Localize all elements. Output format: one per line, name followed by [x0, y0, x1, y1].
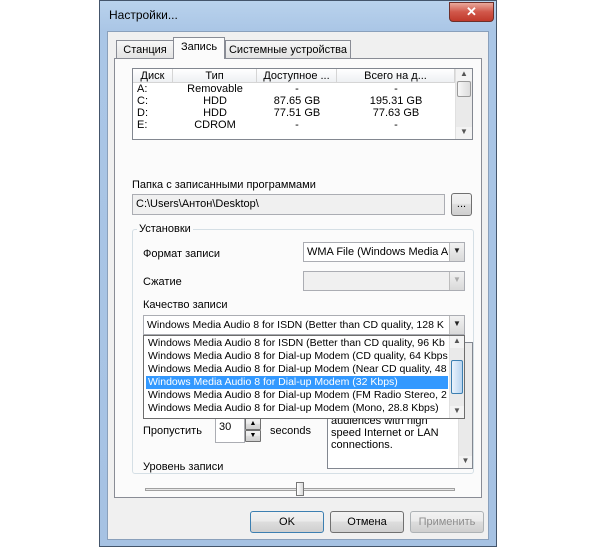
dropdown-option[interactable]: Windows Media Audio 8 for ISDN (Better t…: [146, 337, 448, 350]
table-row[interactable]: D:: [137, 107, 148, 119]
description-line: speed Internet or LAN: [331, 427, 439, 439]
close-icon: ✕: [466, 4, 477, 19]
chevron-down-icon: ▼: [449, 243, 464, 261]
dialog-client-area: Станция Запись Системные устройства Диск…: [107, 31, 489, 540]
cell-free: 87.65 GB: [273, 95, 321, 107]
cell-free: 77.51 GB: [273, 107, 321, 119]
skip-unit-label: seconds: [270, 425, 311, 437]
format-dropdown[interactable]: WMA File (Windows Media Au ▼: [303, 242, 465, 262]
column-header-disk[interactable]: Диск: [133, 69, 173, 83]
cell-disk: D:: [137, 107, 148, 119]
scroll-thumb[interactable]: [457, 81, 471, 97]
tab-label: Системные устройства: [228, 44, 347, 56]
scroll-up-icon[interactable]: ▲: [450, 336, 464, 348]
table-row[interactable]: E:: [137, 119, 147, 131]
description-line: connections.: [331, 439, 393, 451]
chevron-down-icon: ▼: [449, 272, 464, 290]
tab-station[interactable]: Станция: [116, 40, 174, 58]
compression-label: Сжатие: [143, 276, 182, 288]
cell-total: 77.63 GB: [372, 107, 420, 119]
folder-label: Папка с записанными программами: [132, 179, 316, 191]
spin-down-icon[interactable]: ▼: [245, 430, 261, 442]
dropdown-option[interactable]: Windows Media Audio 8 for Dial-up Modem …: [146, 402, 448, 415]
scroll-up-icon[interactable]: ▲: [456, 69, 472, 81]
close-button[interactable]: ✕: [449, 2, 494, 22]
table-row[interactable]: A:: [137, 83, 147, 95]
description-text: audiences with high speed Internet or LA…: [331, 415, 439, 451]
column-header-free[interactable]: Доступное ...: [257, 69, 337, 83]
cell-total: -: [394, 83, 398, 95]
quality-value: Windows Media Audio 8 for ISDN (Better t…: [147, 319, 444, 331]
tab-system-devices[interactable]: Системные устройства: [225, 40, 351, 58]
column-header-type[interactable]: Тип: [173, 69, 257, 83]
cell-total: 195.31 GB: [369, 95, 423, 107]
tab-label: Станция: [123, 44, 167, 56]
tab-record[interactable]: Запись: [173, 37, 225, 59]
quality-dropdown[interactable]: Windows Media Audio 8 for ISDN (Better t…: [143, 315, 465, 335]
scroll-down-icon[interactable]: ▼: [450, 406, 464, 418]
apply-button[interactable]: Применить: [410, 511, 484, 533]
settings-group-label: Установки: [137, 223, 193, 235]
format-label: Формат записи: [143, 248, 221, 260]
ok-button[interactable]: OK: [250, 511, 324, 533]
cell-free: -: [295, 83, 299, 95]
disk-list-scrollbar[interactable]: ▲ ▼: [455, 69, 472, 139]
spin-up-icon[interactable]: ▲: [245, 418, 261, 430]
dropdown-option[interactable]: Windows Media Audio 8 for Dial-up Modem …: [146, 389, 448, 402]
skip-label: Пропустить: [143, 425, 202, 437]
format-value: WMA File (Windows Media Au: [307, 246, 455, 258]
cell-free: -: [295, 119, 299, 131]
cell-type: CDROM: [194, 119, 236, 131]
settings-window: Настройки... ✕ Станция Запись Системные …: [99, 0, 497, 547]
cell-type: HDD: [203, 107, 227, 119]
level-slider-thumb[interactable]: [296, 482, 304, 496]
tab-label: Запись: [180, 41, 218, 53]
scroll-thumb[interactable]: [451, 360, 463, 394]
table-row[interactable]: C:: [137, 95, 148, 107]
cell-disk: C:: [137, 95, 148, 107]
disk-list[interactable]: Диск Тип Доступное ... Всего на д... A: …: [132, 68, 473, 140]
window-title: Настройки...: [109, 8, 178, 22]
tab-panel-record: Диск Тип Доступное ... Всего на д... A: …: [114, 58, 482, 498]
quality-label: Качество записи: [143, 299, 228, 311]
scroll-down-icon[interactable]: ▼: [456, 127, 472, 139]
dropdown-option[interactable]: Windows Media Audio 8 for Dial-up Modem …: [146, 350, 448, 363]
scroll-down-icon[interactable]: ▼: [459, 456, 472, 468]
chevron-down-icon: ▼: [449, 316, 464, 334]
browse-button[interactable]: ...: [451, 193, 472, 216]
dropdown-option[interactable]: Windows Media Audio 8 for Dial-up Modem …: [146, 363, 448, 376]
cancel-button[interactable]: Отмена: [330, 511, 404, 533]
column-header-total[interactable]: Всего на д...: [337, 69, 455, 83]
cell-total: -: [394, 119, 398, 131]
cell-disk: E:: [137, 119, 148, 131]
cell-type: Removable: [187, 83, 243, 95]
compression-dropdown[interactable]: ▼: [303, 271, 465, 291]
dropdown-option[interactable]: Windows Media Audio 8 for Dial-up Modem …: [146, 376, 448, 389]
dropdown-scrollbar[interactable]: ▲ ▼: [449, 336, 464, 418]
level-label: Уровень записи: [143, 461, 224, 473]
cell-type: HDD: [203, 95, 227, 107]
quality-dropdown-list[interactable]: Windows Media Audio 8 for ISDN (Better t…: [143, 335, 465, 419]
cell-disk: A:: [137, 83, 148, 95]
skip-input[interactable]: 30: [215, 418, 245, 443]
folder-path-field[interactable]: C:\Users\Антон\Desktop\: [132, 194, 445, 215]
